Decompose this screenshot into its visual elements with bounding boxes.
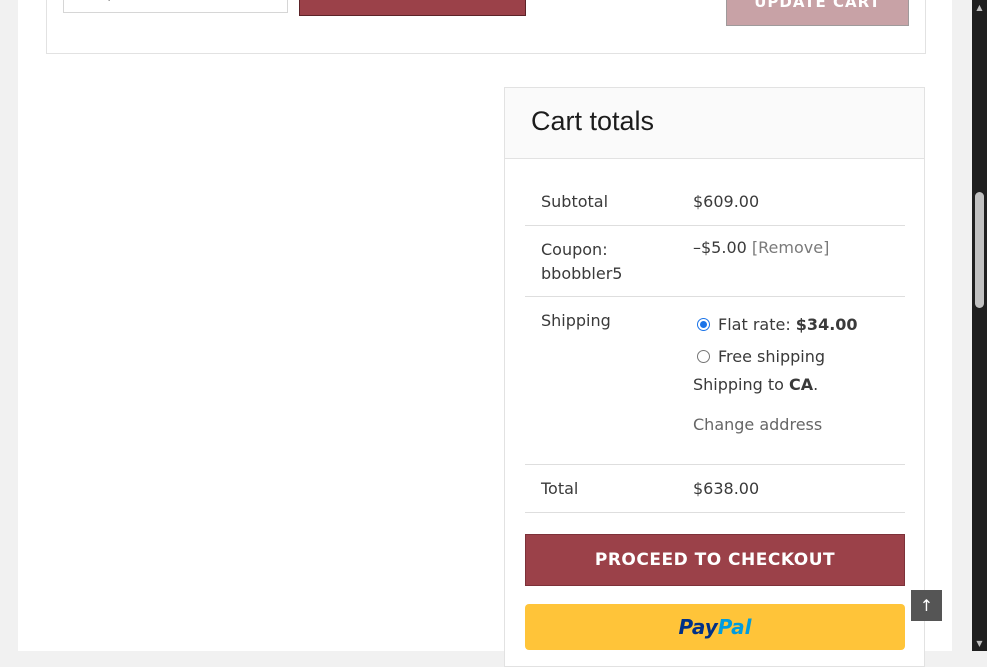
shipping-destination: Shipping to CA.	[693, 375, 819, 394]
coupon-code-input[interactable]: Coupon code	[63, 0, 288, 13]
radio-unchecked-icon[interactable]	[697, 350, 710, 363]
subtotal-value: $609.00	[693, 192, 760, 211]
coupon-label: Coupon: bbobbler5	[541, 240, 623, 283]
shipping-region: CA	[789, 375, 814, 394]
proceed-to-checkout-button[interactable]: Proceed to checkout	[525, 534, 905, 586]
back-to-top-button[interactable]: ↑	[911, 590, 942, 621]
cart-totals-title: Cart totals	[531, 106, 655, 136]
shipping-option-flat-rate[interactable]: Flat rate: $34.00	[693, 315, 858, 334]
arrow-up-icon: ↑	[919, 596, 934, 615]
shipping-row: Shipping Flat rate: $34.00 Free shipping…	[525, 297, 905, 465]
total-value: $638.00	[693, 479, 760, 498]
remove-coupon-link[interactable]: [Remove]	[752, 238, 829, 257]
flat-rate-label: Flat rate:	[718, 315, 791, 334]
cart-totals-panel: Cart totals Subtotal $609.00 Coupon: bbo…	[504, 87, 925, 667]
change-address-link[interactable]: Change address	[693, 415, 822, 434]
subtotal-label: Subtotal	[541, 192, 609, 211]
coupon-value: –$5.00 [Remove]	[693, 238, 829, 257]
subtotal-row: Subtotal $609.00	[525, 178, 905, 226]
update-cart-button[interactable]: Update cart	[726, 0, 909, 26]
coupon-discount: –$5.00	[693, 238, 747, 257]
shipping-option-free[interactable]: Free shipping	[693, 347, 825, 366]
shipping-label: Shipping	[541, 311, 611, 330]
apply-coupon-button[interactable]: Apply coupon	[299, 0, 526, 16]
total-label: Total	[541, 479, 579, 498]
paypal-logo: PayPal	[678, 615, 751, 639]
flat-rate-price: $34.00	[795, 315, 858, 334]
total-row: Total $638.00	[525, 465, 905, 513]
radio-checked-icon[interactable]	[697, 318, 710, 331]
scroll-up-arrow-icon[interactable]: ▲	[972, 0, 987, 15]
scroll-down-arrow-icon[interactable]: ▼	[972, 636, 987, 651]
free-shipping-label: Free shipping	[718, 347, 826, 366]
paypal-logo-pal: Pal	[717, 615, 752, 639]
shipping-to-text: Shipping to	[693, 375, 784, 394]
page-scrollbar[interactable]: ▲ ▼	[972, 0, 987, 651]
cart-totals-table: Subtotal $609.00 Coupon: bbobbler5 –$5.0…	[525, 178, 905, 513]
paypal-button[interactable]: PayPal	[525, 604, 905, 650]
paypal-logo-pay: Pay	[678, 615, 718, 639]
scrollbar-thumb[interactable]	[975, 192, 984, 308]
cart-totals-header: Cart totals	[505, 88, 924, 159]
coupon-row: Coupon: bbobbler5 –$5.00 [Remove]	[525, 226, 905, 297]
